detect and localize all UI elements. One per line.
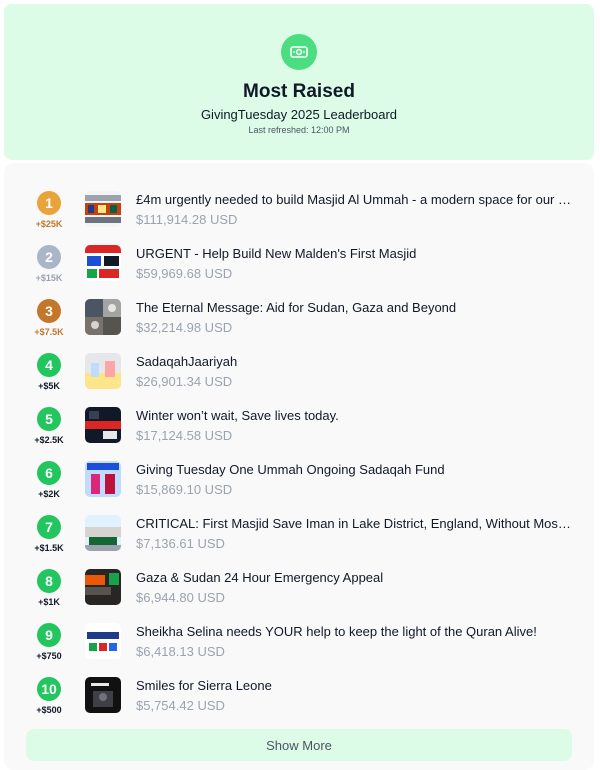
campaign-row[interactable]: 2 +$15K URGENT - Help Build New Malden's… [4, 245, 594, 299]
last-refreshed-text: Last refreshed: 12:00 PM [248, 125, 350, 135]
rank-column: 2 +$15K [30, 245, 68, 283]
campaign-amount: $26,901.34 USD [136, 374, 233, 389]
rank-badge: 6 [37, 461, 61, 485]
rank-badge: 8 [37, 569, 61, 593]
rank-badge: 5 [37, 407, 61, 431]
rank-column: 1 +$25K [30, 191, 68, 229]
campaign-title[interactable]: £4m urgently needed to build Masjid Al U… [136, 192, 572, 207]
rank-bonus: +$2.5K [34, 435, 64, 445]
campaign-amount: $7,136.61 USD [136, 536, 225, 551]
rank-bonus: +$5K [38, 381, 60, 391]
campaign-thumbnail[interactable] [85, 353, 121, 389]
campaign-row[interactable]: 7 +$1.5K CRITICAL: First Masjid Save Ima… [4, 515, 594, 569]
page-subtitle: GivingTuesday 2025 Leaderboard [200, 107, 398, 122]
leaderboard-header: Most Raised GivingTuesday 2025 Leaderboa… [4, 4, 594, 160]
rank-badge: 7 [37, 515, 61, 539]
campaign-title[interactable]: SadaqahJaariyah [136, 354, 572, 369]
campaign-thumbnail[interactable] [85, 623, 121, 659]
campaign-thumbnail[interactable] [85, 461, 121, 497]
rank-badge-silver: 2 [37, 245, 61, 269]
campaign-row[interactable]: 10 +$500 Smiles for Sierra Leone $5,754.… [4, 677, 594, 731]
rank-bonus: +$15K [35, 273, 63, 283]
money-icon-badge [281, 34, 317, 70]
campaign-title[interactable]: Sheikha Selina needs YOUR help to keep t… [136, 624, 572, 639]
rank-bonus: +$1.5K [34, 543, 64, 553]
campaign-thumbnail[interactable] [85, 677, 121, 713]
rank-column: 6 +$2K [30, 461, 68, 499]
campaign-title[interactable]: URGENT - Help Build New Malden's First M… [136, 246, 572, 261]
campaign-row[interactable]: 1 +$25K £4m urgently needed to build Mas… [4, 191, 594, 245]
campaign-amount: $6,944.80 USD [136, 590, 225, 605]
rank-bonus: +$7.5K [34, 327, 64, 337]
campaign-amount: $111,914.28 USD [136, 212, 238, 227]
campaign-amount: $32,214.98 USD [136, 320, 233, 335]
rank-bonus: +$750 [36, 651, 62, 661]
campaign-row[interactable]: 9 +$750 Sheikha Selina needs YOUR help t… [4, 623, 594, 677]
rank-badge: 4 [37, 353, 61, 377]
rank-bonus: +$500 [36, 705, 62, 715]
campaign-row[interactable]: 8 +$1K Gaza & Sudan 24 Hour Emergency Ap… [4, 569, 594, 623]
rank-column: 9 +$750 [30, 623, 68, 661]
rank-column: 7 +$1.5K [30, 515, 68, 553]
campaign-title[interactable]: Gaza & Sudan 24 Hour Emergency Appeal [136, 570, 572, 585]
rank-bonus: +$25K [35, 219, 63, 229]
campaign-thumbnail[interactable] [85, 515, 121, 551]
rank-column: 10 +$500 [30, 677, 68, 715]
rank-badge: 10 [37, 677, 61, 701]
rank-column: 8 +$1K [30, 569, 68, 607]
campaign-row[interactable]: 3 +$7.5K The Eternal Message: Aid for Su… [4, 299, 594, 353]
rank-bonus: +$2K [38, 489, 60, 499]
campaign-title[interactable]: Winter won’t wait, Save lives today. [136, 408, 572, 423]
rank-column: 5 +$2.5K [30, 407, 68, 445]
money-icon [290, 46, 308, 58]
page-title: Most Raised [243, 81, 355, 102]
campaign-thumbnail[interactable] [85, 299, 121, 335]
campaign-title[interactable]: Giving Tuesday One Ummah Ongoing Sadaqah… [136, 462, 572, 477]
rank-column: 3 +$7.5K [30, 299, 68, 337]
leaderboard-list: 1 +$25K £4m urgently needed to build Mas… [4, 163, 594, 770]
rank-badge-gold: 1 [37, 191, 61, 215]
campaign-amount: $5,754.42 USD [136, 698, 225, 713]
rank-column: 4 +$5K [30, 353, 68, 391]
campaign-amount: $59,969.68 USD [136, 266, 233, 281]
campaign-thumbnail[interactable] [85, 569, 121, 605]
show-more-button[interactable]: Show More [26, 729, 572, 761]
campaign-thumbnail[interactable] [85, 407, 121, 443]
campaign-title[interactable]: The Eternal Message: Aid for Sudan, Gaza… [136, 300, 572, 315]
campaign-amount: $15,869.10 USD [136, 482, 233, 497]
campaign-thumbnail[interactable] [85, 191, 121, 227]
campaign-row[interactable]: 6 +$2K Giving Tuesday One Ummah Ongoing … [4, 461, 594, 515]
rank-bonus: +$1K [38, 597, 60, 607]
campaign-row[interactable]: 4 +$5K SadaqahJaariyah $26,901.34 USD [4, 353, 594, 407]
campaign-thumbnail[interactable] [85, 245, 121, 281]
campaign-amount: $6,418.13 USD [136, 644, 225, 659]
campaign-amount: $17,124.58 USD [136, 428, 233, 443]
rank-badge-bronze: 3 [37, 299, 61, 323]
campaign-title[interactable]: CRITICAL: First Masjid Save Iman in Lake… [136, 516, 572, 531]
campaign-row[interactable]: 5 +$2.5K Winter won’t wait, Save lives t… [4, 407, 594, 461]
campaign-title[interactable]: Smiles for Sierra Leone [136, 678, 572, 693]
rank-badge: 9 [37, 623, 61, 647]
